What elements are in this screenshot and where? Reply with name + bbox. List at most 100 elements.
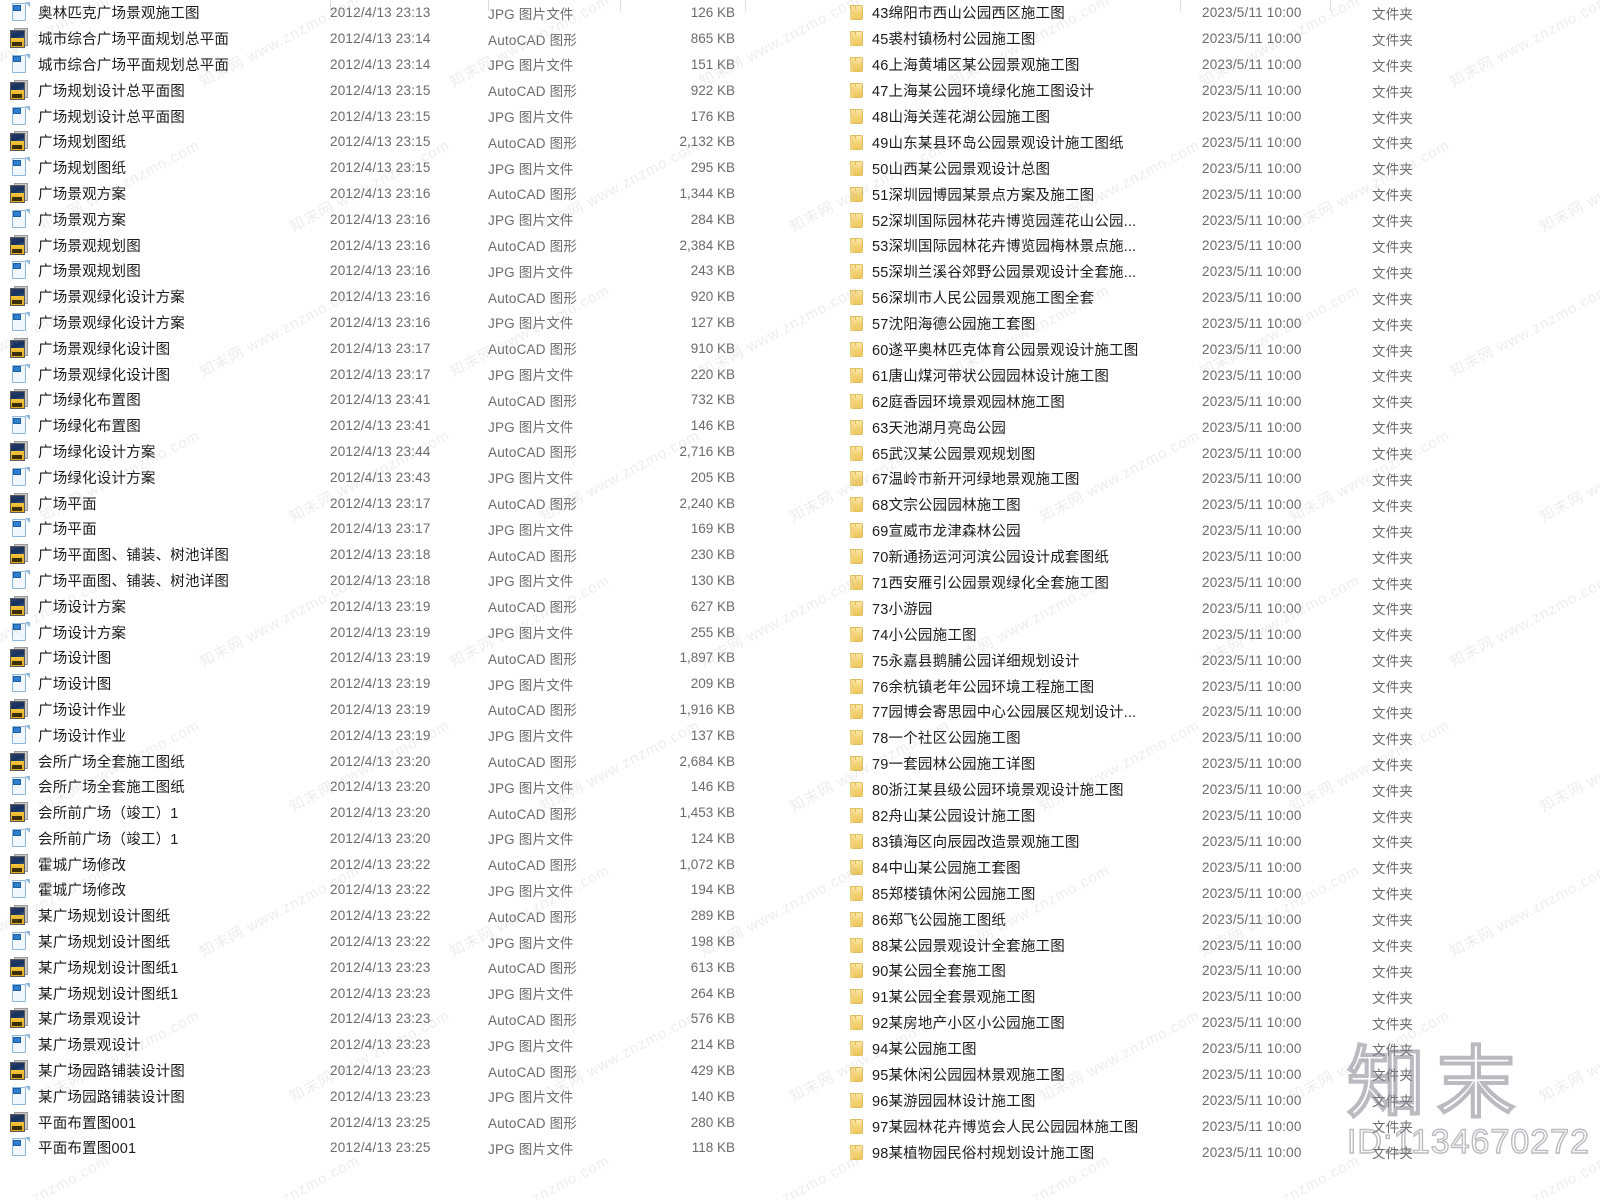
- folder-name[interactable]: 71西安雁引公园景观绿化全套施工图: [872, 572, 1202, 593]
- file-name[interactable]: 广场规划图纸: [38, 131, 330, 152]
- table-row[interactable]: 43绵阳市西山公园西区施工图 2023/5/11 10:00 文件夹: [840, 0, 1600, 26]
- folder-name[interactable]: 61唐山煤河带状公园园林设计施工图: [872, 365, 1202, 386]
- table-row[interactable]: 91某公园全套景观施工图 2023/5/11 10:00 文件夹: [840, 984, 1600, 1010]
- file-name[interactable]: 广场设计方案: [38, 596, 330, 617]
- table-row[interactable]: 46上海黄埔区某公园景观施工图 2023/5/11 10:00 文件夹: [840, 52, 1600, 78]
- file-name[interactable]: 广场设计图: [38, 673, 330, 694]
- table-row[interactable]: 广场平面图、铺装、树池详图 2012/4/13 23:18 AutoCAD 图形 23…: [0, 542, 800, 568]
- folder-name[interactable]: 52深圳国际园林花卉博览园莲花山公园...: [872, 210, 1202, 231]
- table-row[interactable]: 会所广场全套施工图纸 2012/4/13 23:20 AutoCAD 图形 2,684…: [0, 748, 800, 774]
- table-row[interactable]: 85郑楼镇休闲公园施工图 2023/5/11 10:00 文件夹: [840, 880, 1600, 906]
- table-row[interactable]: 广场设计作业 2012/4/13 23:19 JPG 图片文件 137 KB: [0, 722, 800, 748]
- file-name[interactable]: 广场设计作业: [38, 725, 330, 746]
- folder-name[interactable]: 85郑楼镇休闲公园施工图: [872, 883, 1202, 904]
- table-row[interactable]: 48山海关莲花湖公园施工图 2023/5/11 10:00 文件夹: [840, 104, 1600, 130]
- table-row[interactable]: 奥林匹克广场景观施工图 2012/4/13 23:13 JPG 图片文件 126 KB: [0, 0, 800, 26]
- table-row[interactable]: 45裘村镇杨村公园施工图 2023/5/11 10:00 文件夹: [840, 26, 1600, 52]
- table-row[interactable]: 某广场景观设计 2012/4/13 23:23 JPG 图片文件 214 KB: [0, 1032, 800, 1058]
- file-name[interactable]: 霍城广场修改: [38, 879, 330, 900]
- folder-name[interactable]: 88某公园景观设计全套施工图: [872, 935, 1202, 956]
- table-row[interactable]: 广场规划图纸 2012/4/13 23:15 AutoCAD 图形 2,132 KB: [0, 129, 800, 155]
- file-name[interactable]: 广场景观规划图: [38, 235, 330, 256]
- table-row[interactable]: 78一个社区公园施工图 2023/5/11 10:00 文件夹: [840, 725, 1600, 751]
- file-name[interactable]: 广场平面图、铺装、树池详图: [38, 570, 330, 591]
- table-row[interactable]: 霍城广场修改 2012/4/13 23:22 JPG 图片文件 194 KB: [0, 877, 800, 903]
- folder-name[interactable]: 46上海黄埔区某公园景观施工图: [872, 54, 1202, 75]
- table-row[interactable]: 47上海某公园环境绿化施工图设计 2023/5/11 10:00 文件夹: [840, 78, 1600, 104]
- table-row[interactable]: 广场景观方案 2012/4/13 23:16 JPG 图片文件 284 KB: [0, 206, 800, 232]
- table-row[interactable]: 63天池湖月亮岛公园 2023/5/11 10:00 文件夹: [840, 414, 1600, 440]
- table-row[interactable]: 会所前广场（竣工）1 2012/4/13 23:20 JPG 图片文件 124 KB: [0, 826, 800, 852]
- table-row[interactable]: 某广场规划设计图纸1 2012/4/13 23:23 AutoCAD 图形 613 K…: [0, 954, 800, 980]
- table-row[interactable]: 某广场园路铺装设计图 2012/4/13 23:23 JPG 图片文件 140 KB: [0, 1083, 800, 1109]
- table-row[interactable]: 53深圳国际园林花卉博览园梅林景点施... 2023/5/11 10:00 文件夹: [840, 233, 1600, 259]
- file-name[interactable]: 广场景观绿化设计方案: [38, 312, 330, 333]
- file-name[interactable]: 广场绿化布置图: [38, 415, 330, 436]
- table-row[interactable]: 某广场规划设计图纸 2012/4/13 23:22 JPG 图片文件 198 KB: [0, 929, 800, 955]
- folder-name[interactable]: 97某园林花卉博览会人民公园园林施工图: [872, 1116, 1202, 1137]
- file-name[interactable]: 广场设计方案: [38, 622, 330, 643]
- folder-name[interactable]: 63天池湖月亮岛公园: [872, 417, 1202, 438]
- table-row[interactable]: 70新通扬运河河滨公园设计成套图纸 2023/5/11 10:00 文件夹: [840, 544, 1600, 570]
- file-name[interactable]: 广场绿化设计方案: [38, 467, 330, 488]
- folder-name[interactable]: 70新通扬运河河滨公园设计成套图纸: [872, 546, 1202, 567]
- table-row[interactable]: 56深圳市人民公园景观施工图全套 2023/5/11 10:00 文件夹: [840, 285, 1600, 311]
- file-name[interactable]: 广场绿化设计方案: [38, 441, 330, 462]
- table-row[interactable]: 76余杭镇老年公园环境工程施工图 2023/5/11 10:00 文件夹: [840, 673, 1600, 699]
- file-name[interactable]: 某广场规划设计图纸1: [38, 957, 330, 978]
- table-row[interactable]: 55深圳兰溪谷郊野公园景观设计全套施... 2023/5/11 10:00 文件夹: [840, 259, 1600, 285]
- table-row[interactable]: 84中山某公园施工套图 2023/5/11 10:00 文件夹: [840, 854, 1600, 880]
- table-row[interactable]: 会所前广场（竣工）1 2012/4/13 23:20 AutoCAD 图形 1,453…: [0, 800, 800, 826]
- folder-name[interactable]: 77园博会寄思园中心公园展区规划设计...: [872, 701, 1202, 722]
- table-row[interactable]: 广场景观规划图 2012/4/13 23:16 AutoCAD 图形 2,384 KB: [0, 232, 800, 258]
- table-row[interactable]: 68文宗公园园林施工图 2023/5/11 10:00 文件夹: [840, 492, 1600, 518]
- table-row[interactable]: 82舟山某公园设计施工图 2023/5/11 10:00 文件夹: [840, 803, 1600, 829]
- file-name[interactable]: 某广场规划设计图纸1: [38, 983, 330, 1004]
- folder-name[interactable]: 51深圳园博园某景点方案及施工图: [872, 184, 1202, 205]
- table-row[interactable]: 80浙江某县级公园环境景观设计施工图 2023/5/11 10:00 文件夹: [840, 777, 1600, 803]
- table-row[interactable]: 广场规划图纸 2012/4/13 23:15 JPG 图片文件 295 KB: [0, 155, 800, 181]
- file-name[interactable]: 广场设计图: [38, 647, 330, 668]
- table-row[interactable]: 会所广场全套施工图纸 2012/4/13 23:20 JPG 图片文件 146 KB: [0, 774, 800, 800]
- table-row[interactable]: 52深圳国际园林花卉博览园莲花山公园... 2023/5/11 10:00 文件夹: [840, 207, 1600, 233]
- table-row[interactable]: 广场设计图 2012/4/13 23:19 AutoCAD 图形 1,897 KB: [0, 645, 800, 671]
- table-row[interactable]: 广场景观绿化设计图 2012/4/13 23:17 AutoCAD 图形 910 KB: [0, 335, 800, 361]
- folder-name[interactable]: 91某公园全套景观施工图: [872, 986, 1202, 1007]
- file-name[interactable]: 广场平面: [38, 518, 330, 539]
- file-list-left[interactable]: 奥林匹克广场景观施工图 2012/4/13 23:13 JPG 图片文件 126 KB…: [0, 0, 800, 1200]
- table-row[interactable]: 某广场规划设计图纸 2012/4/13 23:22 AutoCAD 图形 289 KB: [0, 903, 800, 929]
- file-name[interactable]: 某广场园路铺装设计图: [38, 1086, 330, 1107]
- table-row[interactable]: 广场绿化设计方案 2012/4/13 23:43 JPG 图片文件 205 KB: [0, 464, 800, 490]
- table-row[interactable]: 广场景观方案 2012/4/13 23:16 AutoCAD 图形 1,344 KB: [0, 181, 800, 207]
- file-name[interactable]: 某广场景观设计: [38, 1008, 330, 1029]
- table-row[interactable]: 77园博会寄思园中心公园展区规划设计... 2023/5/11 10:00 文件夹: [840, 699, 1600, 725]
- table-row[interactable]: 城市综合广场平面规划总平面 2012/4/13 23:14 AutoCAD 图形 86…: [0, 26, 800, 52]
- table-row[interactable]: 49山东某县环岛公园景观设计施工图纸 2023/5/11 10:00 文件夹: [840, 129, 1600, 155]
- table-row[interactable]: 69宣威市龙津森林公园 2023/5/11 10:00 文件夹: [840, 518, 1600, 544]
- file-name[interactable]: 会所广场全套施工图纸: [38, 751, 330, 772]
- file-name[interactable]: 会所广场全套施工图纸: [38, 776, 330, 797]
- table-row[interactable]: 广场景观绿化设计方案 2012/4/13 23:16 AutoCAD 图形 920 K…: [0, 284, 800, 310]
- table-row[interactable]: 88某公园景观设计全套施工图 2023/5/11 10:00 文件夹: [840, 932, 1600, 958]
- file-name[interactable]: 会所前广场（竣工）1: [38, 828, 330, 849]
- file-name[interactable]: 霍城广场修改: [38, 854, 330, 875]
- folder-name[interactable]: 98某植物园民俗村规划设计施工图: [872, 1142, 1202, 1163]
- folder-name[interactable]: 82舟山某公园设计施工图: [872, 805, 1202, 826]
- table-row[interactable]: 广场规划设计总平面图 2012/4/13 23:15 JPG 图片文件 176 KB: [0, 103, 800, 129]
- folder-name[interactable]: 43绵阳市西山公园西区施工图: [872, 2, 1202, 23]
- folder-name[interactable]: 96某游园园林设计施工图: [872, 1090, 1202, 1111]
- file-name[interactable]: 广场规划设计总平面图: [38, 80, 330, 101]
- table-row[interactable]: 广场设计作业 2012/4/13 23:19 AutoCAD 图形 1,916 KB: [0, 697, 800, 723]
- file-name[interactable]: 广场平面: [38, 493, 330, 514]
- table-row[interactable]: 61唐山煤河带状公园园林设计施工图 2023/5/11 10:00 文件夹: [840, 362, 1600, 388]
- folder-name[interactable]: 62庭香园环境景观园林施工图: [872, 391, 1202, 412]
- folder-name[interactable]: 79一套园林公园施工详图: [872, 753, 1202, 774]
- folder-name[interactable]: 47上海某公园环境绿化施工图设计: [872, 80, 1202, 101]
- folder-name[interactable]: 92某房地产小区小公园施工图: [872, 1012, 1202, 1033]
- folder-name[interactable]: 75永嘉县鹅脯公园详细规划设计: [872, 650, 1202, 671]
- table-row[interactable]: 广场绿化布置图 2012/4/13 23:41 JPG 图片文件 146 KB: [0, 413, 800, 439]
- folder-name[interactable]: 80浙江某县级公园环境景观设计施工图: [872, 779, 1202, 800]
- file-name[interactable]: 广场规划设计总平面图: [38, 106, 330, 127]
- table-row[interactable]: 广场绿化布置图 2012/4/13 23:41 AutoCAD 图形 732 KB: [0, 387, 800, 413]
- table-row[interactable]: 73小游园 2023/5/11 10:00 文件夹: [840, 595, 1600, 621]
